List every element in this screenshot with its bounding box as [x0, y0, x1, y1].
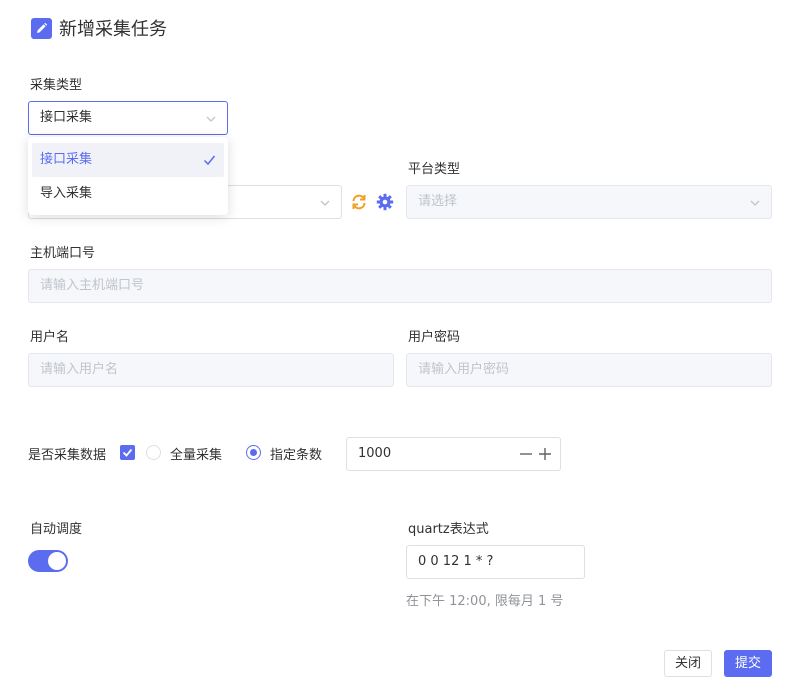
count-value: 1000 [358, 446, 392, 461]
collect-type-label: 采集类型 [30, 78, 83, 93]
platform-type-placeholder: 请选择 [418, 194, 458, 209]
specified-count-radio[interactable] [246, 445, 261, 460]
dropdown-option-api[interactable]: 接口采集 [32, 143, 224, 177]
password-input[interactable]: 请输入用户密码 [406, 353, 772, 387]
full-collect-radio[interactable] [146, 445, 161, 460]
dropdown-option-label: 接口采集 [40, 152, 93, 167]
username-input[interactable]: 请输入用户名 [28, 353, 394, 387]
refresh-icon[interactable] [350, 193, 368, 211]
dialog-header: 新增采集任务 [31, 16, 167, 40]
auto-schedule-switch[interactable] [28, 550, 68, 572]
full-collect-label: 全量采集 [170, 448, 223, 463]
host-port-label: 主机端口号 [30, 246, 96, 261]
dialog-title: 新增采集任务 [59, 19, 167, 40]
submit-button[interactable]: 提交 [724, 650, 772, 677]
check-icon [203, 155, 216, 166]
check-icon [122, 448, 133, 457]
plus-icon[interactable] [538, 447, 552, 461]
minus-icon[interactable] [519, 447, 533, 461]
dropdown-option-import[interactable]: 导入采集 [28, 177, 228, 211]
close-button[interactable]: 关闭 [664, 650, 712, 677]
host-port-input[interactable]: 请输入主机端口号 [28, 269, 772, 303]
dropdown-option-label: 导入采集 [40, 186, 93, 201]
collect-type-dropdown: 接口采集 导入采集 [28, 137, 228, 215]
username-label: 用户名 [30, 330, 70, 345]
collect-type-value: 接口采集 [40, 110, 93, 125]
specified-count-label: 指定条数 [270, 448, 323, 463]
edit-icon [31, 17, 52, 39]
chevron-down-icon [750, 200, 760, 206]
collect-data-label: 是否采集数据 [28, 448, 107, 463]
quartz-label: quartz表达式 [408, 522, 489, 537]
gear-icon[interactable] [376, 193, 394, 211]
platform-type-label: 平台类型 [408, 162, 461, 177]
auto-schedule-label: 自动调度 [30, 522, 83, 537]
password-label: 用户密码 [408, 330, 461, 345]
password-placeholder: 请输入用户密码 [418, 362, 510, 377]
quartz-hint: 在下午 12:00, 限每月 1 号 [406, 594, 564, 609]
quartz-value: 0 0 12 1 * ? [418, 554, 494, 569]
chevron-up-icon [206, 116, 216, 122]
collect-type-select[interactable]: 接口采集 [28, 101, 228, 135]
username-placeholder: 请输入用户名 [40, 362, 119, 377]
quartz-input[interactable]: 0 0 12 1 * ? [406, 545, 585, 579]
platform-type-select[interactable]: 请选择 [406, 185, 772, 219]
count-stepper[interactable]: 1000 [346, 437, 561, 471]
host-port-placeholder: 请输入主机端口号 [40, 278, 145, 293]
collect-data-checkbox[interactable] [120, 445, 135, 460]
chevron-down-icon [320, 200, 330, 206]
